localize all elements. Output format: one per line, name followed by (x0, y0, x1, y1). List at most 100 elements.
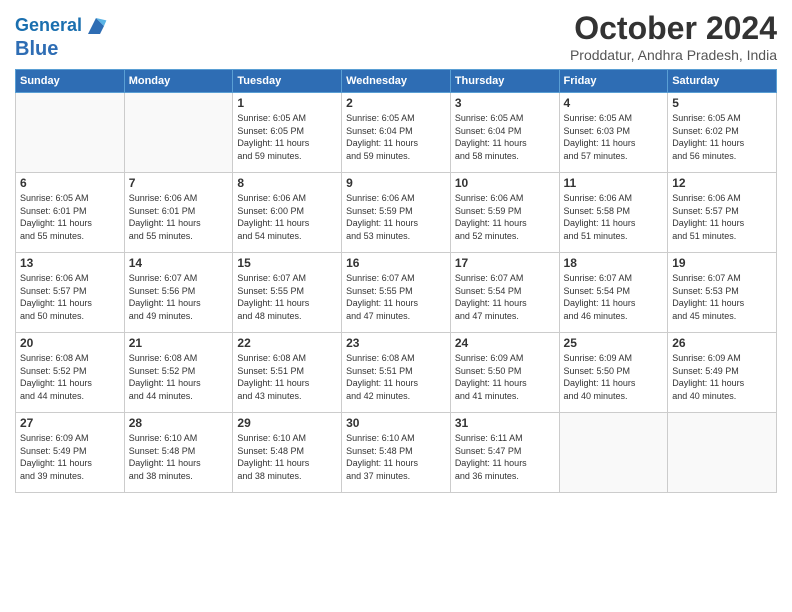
day-cell (16, 93, 125, 173)
day-cell (559, 413, 668, 493)
day-cell: 4Sunrise: 6:05 AM Sunset: 6:03 PM Daylig… (559, 93, 668, 173)
day-number: 21 (129, 336, 229, 350)
day-cell: 22 Sunrise: 6:08 AM Sunset: 5:51 PM Dayli… (233, 333, 342, 413)
day-cell: 21 Sunrise: 6:08 AM Sunset: 5:52 PM Dayli… (124, 333, 233, 413)
day-cell: 6Sunrise: 6:05 AM Sunset: 6:01 PM Daylig… (16, 173, 125, 253)
day-info: Sunrise: 6:06 AM Sunset: 5:57 PM Dayligh… (20, 272, 120, 322)
header-row: Sunday Monday Tuesday Wednesday Thursday… (16, 70, 777, 93)
logo-text-blue: Blue (15, 38, 58, 60)
col-tuesday: Tuesday (233, 70, 342, 93)
day-number: 12 (672, 176, 772, 190)
day-number: 19 (672, 256, 772, 270)
day-info: Sunrise: 6:11 AM Sunset: 5:47 PM Dayligh… (455, 432, 555, 482)
day-info: Sunrise: 6:10 AM Sunset: 5:48 PM Dayligh… (129, 432, 229, 482)
week-row-5: 27 Sunrise: 6:09 AM Sunset: 5:49 PM Dayli… (16, 413, 777, 493)
day-cell: 27 Sunrise: 6:09 AM Sunset: 5:49 PM Dayli… (16, 413, 125, 493)
day-cell: 19 Sunrise: 6:07 AM Sunset: 5:53 PM Dayli… (668, 253, 777, 333)
day-cell: 23 Sunrise: 6:08 AM Sunset: 5:51 PM Dayli… (342, 333, 451, 413)
day-info: Sunrise: 6:06 AM Sunset: 5:59 PM Dayligh… (346, 192, 446, 242)
week-row-4: 20 Sunrise: 6:08 AM Sunset: 5:52 PM Dayli… (16, 333, 777, 413)
day-cell: 2Sunrise: 6:05 AM Sunset: 6:04 PM Daylig… (342, 93, 451, 173)
day-cell: 13Sunrise: 6:06 AM Sunset: 5:57 PM Dayli… (16, 253, 125, 333)
day-number: 2 (346, 96, 446, 110)
day-cell: 8 Sunrise: 6:06 AM Sunset: 6:00 PM Daylig… (233, 173, 342, 253)
day-number: 26 (672, 336, 772, 350)
day-cell: 3Sunrise: 6:05 AM Sunset: 6:04 PM Daylig… (450, 93, 559, 173)
day-cell: 30 Sunrise: 6:10 AM Sunset: 5:48 PM Dayli… (342, 413, 451, 493)
day-cell (668, 413, 777, 493)
day-number: 22 (237, 336, 337, 350)
day-cell: 16Sunrise: 6:07 AM Sunset: 5:55 PM Dayli… (342, 253, 451, 333)
day-info: Sunrise: 6:08 AM Sunset: 5:52 PM Dayligh… (20, 352, 120, 402)
logo-icon (84, 14, 108, 38)
day-number: 17 (455, 256, 555, 270)
day-info: Sunrise: 6:05 AM Sunset: 6:02 PM Dayligh… (672, 112, 772, 162)
day-info: Sunrise: 6:06 AM Sunset: 6:01 PM Dayligh… (129, 192, 229, 242)
col-sunday: Sunday (16, 70, 125, 93)
day-number: 23 (346, 336, 446, 350)
header: General Blue October 2024 Proddatur, And… (15, 10, 777, 63)
day-info: Sunrise: 6:07 AM Sunset: 5:55 PM Dayligh… (346, 272, 446, 322)
day-number: 29 (237, 416, 337, 430)
month-title: October 2024 (570, 10, 777, 47)
day-cell: 12 Sunrise: 6:06 AM Sunset: 5:57 PM Dayli… (668, 173, 777, 253)
day-info: Sunrise: 6:10 AM Sunset: 5:48 PM Dayligh… (346, 432, 446, 482)
day-info: Sunrise: 6:07 AM Sunset: 5:54 PM Dayligh… (455, 272, 555, 322)
day-cell: 9 Sunrise: 6:06 AM Sunset: 5:59 PM Daylig… (342, 173, 451, 253)
day-number: 27 (20, 416, 120, 430)
day-cell: 10 Sunrise: 6:06 AM Sunset: 5:59 PM Dayli… (450, 173, 559, 253)
day-cell: 25 Sunrise: 6:09 AM Sunset: 5:50 PM Dayli… (559, 333, 668, 413)
day-number: 1 (237, 96, 337, 110)
day-info: Sunrise: 6:08 AM Sunset: 5:52 PM Dayligh… (129, 352, 229, 402)
day-number: 24 (455, 336, 555, 350)
calendar-page: General Blue October 2024 Proddatur, And… (0, 0, 792, 612)
day-cell: 1 Sunrise: 6:05 AM Sunset: 6:05 PM Daylig… (233, 93, 342, 173)
day-info: Sunrise: 6:06 AM Sunset: 5:58 PM Dayligh… (564, 192, 664, 242)
col-thursday: Thursday (450, 70, 559, 93)
calendar-table: Sunday Monday Tuesday Wednesday Thursday… (15, 69, 777, 493)
day-number: 8 (237, 176, 337, 190)
day-number: 28 (129, 416, 229, 430)
day-number: 9 (346, 176, 446, 190)
day-number: 14 (129, 256, 229, 270)
logo: General Blue (15, 14, 108, 60)
day-info: Sunrise: 6:09 AM Sunset: 5:49 PM Dayligh… (20, 432, 120, 482)
day-cell: 28 Sunrise: 6:10 AM Sunset: 5:48 PM Dayli… (124, 413, 233, 493)
day-number: 3 (455, 96, 555, 110)
day-info: Sunrise: 6:07 AM Sunset: 5:53 PM Dayligh… (672, 272, 772, 322)
day-cell: 11Sunrise: 6:06 AM Sunset: 5:58 PM Dayli… (559, 173, 668, 253)
day-number: 31 (455, 416, 555, 430)
day-number: 30 (346, 416, 446, 430)
day-info: Sunrise: 6:09 AM Sunset: 5:50 PM Dayligh… (564, 352, 664, 402)
day-number: 10 (455, 176, 555, 190)
day-info: Sunrise: 6:08 AM Sunset: 5:51 PM Dayligh… (237, 352, 337, 402)
day-cell: 17 Sunrise: 6:07 AM Sunset: 5:54 PM Dayli… (450, 253, 559, 333)
day-number: 6 (20, 176, 120, 190)
logo-text-general: General (15, 16, 82, 36)
title-block: October 2024 Proddatur, Andhra Pradesh, … (570, 10, 777, 63)
day-cell: 18Sunrise: 6:07 AM Sunset: 5:54 PM Dayli… (559, 253, 668, 333)
day-info: Sunrise: 6:06 AM Sunset: 5:57 PM Dayligh… (672, 192, 772, 242)
day-info: Sunrise: 6:06 AM Sunset: 6:00 PM Dayligh… (237, 192, 337, 242)
day-number: 20 (20, 336, 120, 350)
day-cell: 5 Sunrise: 6:05 AM Sunset: 6:02 PM Daylig… (668, 93, 777, 173)
day-number: 25 (564, 336, 664, 350)
day-info: Sunrise: 6:05 AM Sunset: 6:05 PM Dayligh… (237, 112, 337, 162)
week-row-2: 6Sunrise: 6:05 AM Sunset: 6:01 PM Daylig… (16, 173, 777, 253)
day-number: 5 (672, 96, 772, 110)
day-info: Sunrise: 6:07 AM Sunset: 5:55 PM Dayligh… (237, 272, 337, 322)
day-cell (124, 93, 233, 173)
col-friday: Friday (559, 70, 668, 93)
day-cell: 26 Sunrise: 6:09 AM Sunset: 5:49 PM Dayli… (668, 333, 777, 413)
day-info: Sunrise: 6:07 AM Sunset: 5:56 PM Dayligh… (129, 272, 229, 322)
location: Proddatur, Andhra Pradesh, India (570, 47, 777, 63)
day-cell: 24Sunrise: 6:09 AM Sunset: 5:50 PM Dayli… (450, 333, 559, 413)
day-info: Sunrise: 6:06 AM Sunset: 5:59 PM Dayligh… (455, 192, 555, 242)
day-info: Sunrise: 6:08 AM Sunset: 5:51 PM Dayligh… (346, 352, 446, 402)
col-monday: Monday (124, 70, 233, 93)
day-cell: 29Sunrise: 6:10 AM Sunset: 5:48 PM Dayli… (233, 413, 342, 493)
day-info: Sunrise: 6:07 AM Sunset: 5:54 PM Dayligh… (564, 272, 664, 322)
week-row-1: 1 Sunrise: 6:05 AM Sunset: 6:05 PM Daylig… (16, 93, 777, 173)
day-info: Sunrise: 6:09 AM Sunset: 5:49 PM Dayligh… (672, 352, 772, 402)
day-number: 7 (129, 176, 229, 190)
